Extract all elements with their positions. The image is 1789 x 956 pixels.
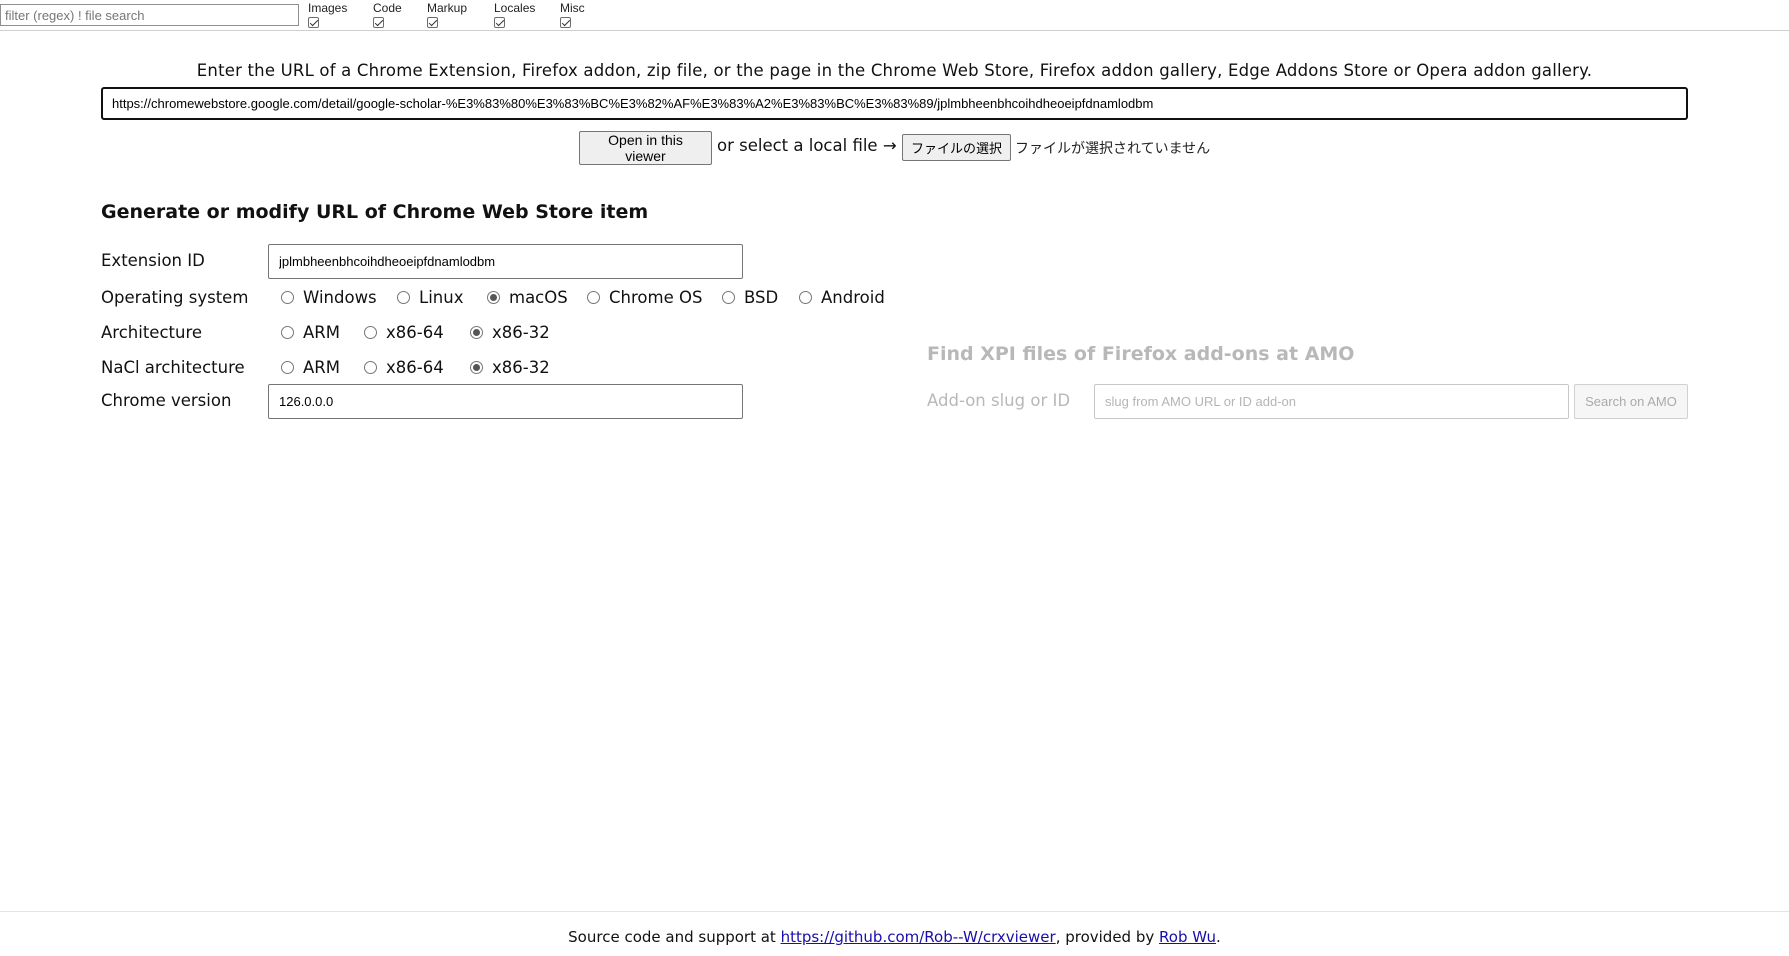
category-locales[interactable]: Locales	[494, 2, 535, 28]
search-amo-button[interactable]: Search on AMO	[1574, 384, 1688, 419]
os-radio-selected[interactable]	[487, 291, 500, 304]
os-option-label: Android	[821, 288, 885, 307]
nacl-option-label: ARM	[303, 358, 340, 377]
os-option-bsd[interactable]: BSD	[722, 288, 778, 307]
os-option-label: BSD	[744, 288, 779, 307]
local-file-label: or select a local file →	[717, 136, 897, 155]
nacl-radio[interactable]	[281, 361, 294, 374]
arch-radio[interactable]	[364, 326, 377, 339]
chrome-version-input[interactable]	[268, 384, 743, 419]
extension-id-label: Extension ID	[101, 251, 205, 270]
locales-checkbox[interactable]	[494, 17, 505, 28]
os-radio[interactable]	[587, 291, 600, 304]
footer-middle: , provided by	[1055, 928, 1160, 946]
cws-section-title: Generate or modify URL of Chrome Web Sto…	[101, 201, 649, 223]
os-option-linux[interactable]: Linux	[397, 288, 463, 307]
os-option-label: macOS	[509, 288, 568, 307]
file-filter-input[interactable]	[0, 4, 299, 26]
category-label: Images	[308, 1, 348, 15]
category-code[interactable]: Code	[373, 2, 402, 28]
os-option-macos[interactable]: macOS	[487, 288, 568, 307]
nacl-option-arm[interactable]: ARM	[281, 358, 340, 377]
choose-file-button[interactable]: ファイルの選択	[902, 134, 1011, 161]
arch-radio-selected[interactable]	[470, 326, 483, 339]
nacl-option-x86-64[interactable]: x86-64	[364, 358, 444, 377]
nacl-arch-label: NaCl architecture	[101, 358, 245, 377]
chrome-version-label: Chrome version	[101, 391, 232, 410]
arch-label: Architecture	[101, 323, 203, 342]
nacl-option-label: x86-32	[492, 358, 550, 377]
code-checkbox[interactable]	[373, 17, 384, 28]
os-label: Operating system	[101, 288, 249, 307]
arch-option-x86-32[interactable]: x86-32	[470, 323, 550, 342]
category-label: Misc	[560, 1, 585, 15]
os-radio[interactable]	[799, 291, 812, 304]
url-prompt: Enter the URL of a Chrome Extension, Fir…	[196, 61, 1593, 80]
repo-link[interactable]: https://github.com/Rob--W/crxviewer	[781, 928, 1056, 946]
extension-url-input[interactable]	[101, 87, 1688, 120]
os-radio[interactable]	[722, 291, 735, 304]
os-radio[interactable]	[397, 291, 410, 304]
os-radio[interactable]	[281, 291, 294, 304]
addon-slug-label: Add-on slug or ID	[927, 391, 1071, 410]
category-label: Locales	[494, 1, 536, 15]
images-checkbox[interactable]	[308, 17, 319, 28]
amo-section-title: Find XPI files of Firefox add-ons at AMO	[927, 343, 1355, 365]
misc-checkbox[interactable]	[560, 17, 571, 28]
footer-prefix: Source code and support at	[568, 928, 781, 946]
category-misc[interactable]: Misc	[560, 2, 585, 28]
os-option-windows[interactable]: Windows	[281, 288, 377, 307]
footer: Source code and support at https://githu…	[0, 911, 1789, 956]
extension-id-input[interactable]	[268, 244, 743, 279]
nacl-option-label: x86-64	[386, 358, 444, 377]
arch-option-label: ARM	[303, 323, 340, 342]
os-option-label: Windows	[303, 288, 377, 307]
footer-suffix: .	[1216, 928, 1221, 946]
arch-option-x86-64[interactable]: x86-64	[364, 323, 444, 342]
addon-slug-input[interactable]	[1094, 384, 1569, 419]
os-option-android[interactable]: Android	[799, 288, 885, 307]
nacl-radio-selected[interactable]	[470, 361, 483, 374]
category-label: Markup	[427, 1, 468, 15]
category-label: Code	[373, 1, 402, 15]
category-images[interactable]: Images	[308, 2, 347, 28]
nacl-radio[interactable]	[364, 361, 377, 374]
markup-checkbox[interactable]	[427, 17, 438, 28]
open-in-viewer-button[interactable]: Open in this viewer	[579, 131, 712, 165]
nacl-option-x86-32[interactable]: x86-32	[470, 358, 550, 377]
arch-option-label: x86-64	[386, 323, 444, 342]
author-link[interactable]: Rob Wu	[1159, 928, 1216, 946]
arch-radio[interactable]	[281, 326, 294, 339]
filter-bar: Images Code Markup Locales Misc	[0, 0, 1789, 31]
arch-option-arm[interactable]: ARM	[281, 323, 340, 342]
os-option-chrome-os[interactable]: Chrome OS	[587, 288, 702, 307]
os-option-label: Linux	[419, 288, 464, 307]
file-status-text: ファイルが選択されていません	[1015, 140, 1211, 156]
os-option-label: Chrome OS	[609, 288, 703, 307]
arch-option-label: x86-32	[492, 323, 550, 342]
category-markup[interactable]: Markup	[427, 2, 467, 28]
